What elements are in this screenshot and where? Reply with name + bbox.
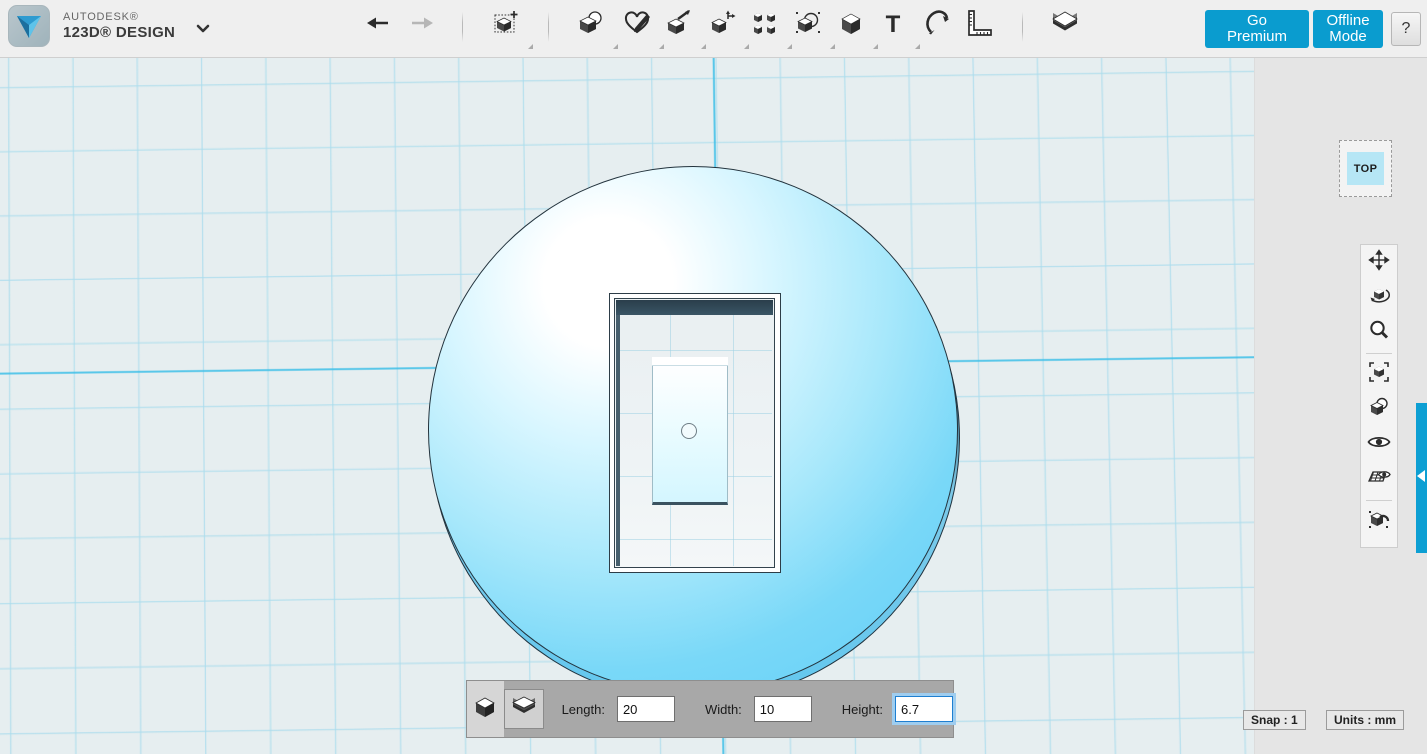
fit-cube-icon bbox=[1367, 360, 1391, 389]
four-way-arrows-icon bbox=[1368, 249, 1390, 276]
toolbar-text-button[interactable]: T bbox=[874, 6, 912, 44]
construct-menu-caret-icon[interactable] bbox=[701, 44, 706, 49]
length-input[interactable] bbox=[617, 696, 675, 722]
brand-text: AUTODESK® 123D® DESIGN bbox=[63, 11, 175, 41]
stack-mode-button[interactable] bbox=[504, 681, 544, 737]
magnifier-icon bbox=[1368, 319, 1390, 346]
sketch-menu-caret-icon[interactable] bbox=[659, 44, 664, 49]
rail-divider-2 bbox=[1366, 500, 1392, 501]
main-menu-chevron-down-icon[interactable] bbox=[193, 19, 213, 39]
rail-divider-1 bbox=[1366, 353, 1392, 354]
view-cube[interactable]: TOP bbox=[1339, 140, 1392, 197]
combine-menu-caret-icon[interactable] bbox=[873, 44, 878, 49]
brand-area[interactable]: AUTODESK® 123D® DESIGN bbox=[8, 5, 175, 47]
text-t-icon: T bbox=[878, 8, 908, 43]
snap-status-chip[interactable]: Snap : 1 bbox=[1243, 710, 1306, 730]
toolbar-modify-button[interactable] bbox=[703, 6, 741, 44]
pattern-menu-caret-icon[interactable] bbox=[787, 44, 792, 49]
rail-item-zoom[interactable] bbox=[1361, 315, 1397, 350]
pocket-wall-top bbox=[616, 300, 773, 315]
toolbar-combine-button[interactable] bbox=[832, 6, 870, 44]
layers-stack-icon bbox=[510, 693, 538, 726]
orbit-cube-icon bbox=[1367, 283, 1391, 312]
dimension-input-panel: Length: Width: Height: bbox=[466, 680, 954, 738]
height-input[interactable] bbox=[895, 696, 953, 722]
width-label: Width: bbox=[705, 702, 742, 717]
height-label: Height: bbox=[842, 702, 883, 717]
length-label: Length: bbox=[562, 702, 605, 717]
toolbar-sketch-button[interactable] bbox=[618, 6, 656, 44]
grouping-menu-caret-icon[interactable] bbox=[830, 44, 835, 49]
brand-autodesk-label: AUTODESK® bbox=[63, 11, 175, 24]
help-button[interactable]: ? bbox=[1391, 12, 1421, 46]
model-cylinder-with-pocket[interactable] bbox=[428, 166, 962, 700]
toolbar-divider-1 bbox=[462, 12, 463, 42]
ruler-icon bbox=[964, 8, 994, 43]
toolbar-grouping-button[interactable] bbox=[789, 6, 827, 44]
autodesk-logo-icon bbox=[8, 5, 50, 47]
dimension-fields: Length: Width: Height: bbox=[544, 681, 953, 737]
four-cubes-icon bbox=[750, 8, 780, 43]
inner-block-top-face bbox=[652, 357, 728, 366]
navigation-tool-rail bbox=[1360, 244, 1398, 548]
rail-item-visibility[interactable] bbox=[1361, 427, 1397, 462]
toolbar-measure-button[interactable] bbox=[960, 6, 998, 44]
view-cube-face-label: TOP bbox=[1347, 152, 1384, 185]
offline-mode-line1: Offline bbox=[1326, 13, 1369, 29]
rail-item-shaded[interactable] bbox=[1361, 392, 1397, 427]
units-status-chip[interactable]: Units : mm bbox=[1326, 710, 1404, 730]
side-panel-expand-tab[interactable] bbox=[1416, 403, 1427, 553]
magnet-icon bbox=[922, 8, 952, 43]
cube-sphere-icon bbox=[1367, 395, 1391, 424]
primitives-menu-caret-icon[interactable] bbox=[613, 44, 618, 49]
cube-solid-icon bbox=[472, 694, 498, 725]
toolbar-divider-3 bbox=[1022, 12, 1023, 42]
go-premium-button[interactable]: Go Premium bbox=[1205, 10, 1309, 48]
app-window: TOP Length: 20 Width: 10 Height: 6.7 Sna… bbox=[0, 0, 1427, 754]
modify-menu-caret-icon[interactable] bbox=[744, 44, 749, 49]
width-input[interactable] bbox=[754, 696, 812, 722]
svg-text:T: T bbox=[886, 11, 901, 38]
toolbar-material-button[interactable] bbox=[1046, 6, 1084, 44]
offline-mode-button[interactable]: Offline Mode bbox=[1313, 10, 1383, 48]
eye-icon bbox=[1367, 433, 1391, 456]
top-toolbar: AUTODESK® 123D® DESIGN T Go Premium Offl… bbox=[0, 0, 1427, 58]
toolbar-primitives-button[interactable] bbox=[572, 6, 610, 44]
toolbar-pattern-button[interactable] bbox=[746, 6, 784, 44]
grid-eye-icon bbox=[1367, 467, 1391, 492]
offline-mode-line2: Mode bbox=[1329, 29, 1367, 45]
heart-pencil-icon bbox=[622, 8, 652, 43]
toolbar-divider-2 bbox=[548, 12, 549, 42]
brand-product-label: 123D® DESIGN bbox=[63, 24, 175, 41]
redo-button[interactable] bbox=[402, 6, 440, 44]
cube-extrude-icon bbox=[664, 8, 694, 43]
cube-move-icon bbox=[491, 8, 521, 43]
toolbar-snap-button[interactable] bbox=[918, 6, 956, 44]
cube-arrows-icon bbox=[707, 8, 737, 43]
cube-circle-icon bbox=[793, 8, 823, 43]
rail-item-materials[interactable] bbox=[1361, 504, 1397, 539]
toolbar-construct-button[interactable] bbox=[660, 6, 698, 44]
cube-magnet-icon bbox=[1367, 507, 1391, 536]
text-menu-caret-icon[interactable] bbox=[915, 44, 920, 49]
rail-item-pan[interactable] bbox=[1361, 245, 1397, 280]
inner-block-hole bbox=[681, 423, 697, 439]
transform-menu-caret-icon[interactable] bbox=[528, 44, 533, 49]
rail-item-fit[interactable] bbox=[1361, 357, 1397, 392]
cube-sphere-icon bbox=[576, 8, 606, 43]
cube-solid-icon bbox=[836, 8, 866, 43]
layers-stack-icon bbox=[1050, 8, 1080, 43]
solid-mode-button[interactable] bbox=[467, 681, 504, 737]
toolbar-transform-button[interactable] bbox=[487, 6, 525, 44]
pocket-wall-left bbox=[616, 315, 620, 566]
redo-arrow-icon bbox=[408, 13, 434, 38]
chevron-left-icon bbox=[1416, 467, 1427, 485]
undo-button[interactable] bbox=[360, 6, 398, 44]
rail-item-grid-snap[interactable] bbox=[1361, 462, 1397, 497]
rail-item-orbit[interactable] bbox=[1361, 280, 1397, 315]
undo-arrow-icon bbox=[366, 13, 392, 38]
viewport-canvas[interactable]: TOP bbox=[0, 58, 1427, 754]
